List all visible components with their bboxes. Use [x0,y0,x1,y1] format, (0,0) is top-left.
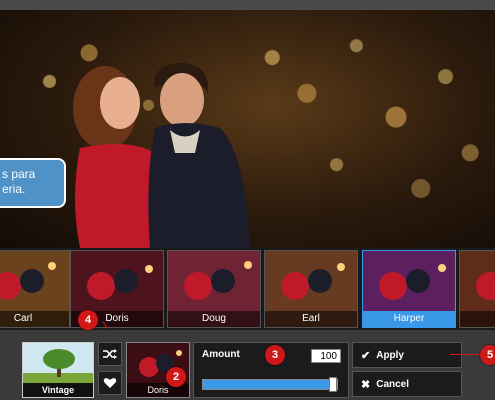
preset-vintage[interactable]: Vintage [22,342,94,398]
callout-badge-3: 3 [265,345,285,365]
filter-label: Doug [168,311,260,327]
amount-slider-fill [203,380,337,389]
filter-thumb-harper[interactable]: Harper [362,250,456,328]
help-tooltip: s para eria. [0,158,66,208]
filter-label [460,311,495,327]
callout-line-5 [450,354,480,355]
callout-badge-4: 4 [78,310,98,330]
photo-canvas[interactable]: s para eria. [0,10,495,248]
amount-label: Amount [202,349,240,360]
photo-editor: s para eria. Carl Doris Doug Earl Harper [0,0,495,400]
controls-bar: Vintage Doris Amount 100 ✔ Apply ✖ Cance… [0,330,495,400]
filter-label: Earl [265,311,357,327]
preset-label: Vintage [23,383,93,397]
apply-label: Apply [376,349,404,361]
cancel-button[interactable]: ✖ Cancel [352,371,462,397]
amount-slider-handle[interactable] [329,377,337,392]
filter-label: Carl [0,311,69,327]
apply-button[interactable]: ✔ Apply [352,342,462,368]
heart-icon [103,378,117,388]
filter-label: Harper [363,311,455,327]
callout-badge-2: 2 [166,367,186,387]
filter-thumb-doug[interactable]: Doug [167,250,261,328]
tooltip-line-1: s para [2,167,36,181]
filter-strip: Carl Doris Doug Earl Harper [0,248,495,330]
tooltip-line-2: eria. [2,182,26,196]
shuffle-icon [103,349,117,359]
favorite-button[interactable] [98,371,122,395]
filter-thumb-next[interactable] [459,250,495,328]
cancel-label: Cancel [376,378,410,390]
close-icon: ✖ [361,378,371,391]
checkmark-icon: ✔ [361,349,371,362]
filter-thumb-earl[interactable]: Earl [264,250,358,328]
top-bar [0,0,495,10]
couple-photo [73,63,250,248]
filter-thumb-carl[interactable]: Carl [0,250,70,328]
amount-slider[interactable] [202,377,338,392]
shuffle-button[interactable] [98,342,122,366]
amount-input[interactable] [311,349,341,363]
callout-badge-5: 5 [480,345,495,365]
